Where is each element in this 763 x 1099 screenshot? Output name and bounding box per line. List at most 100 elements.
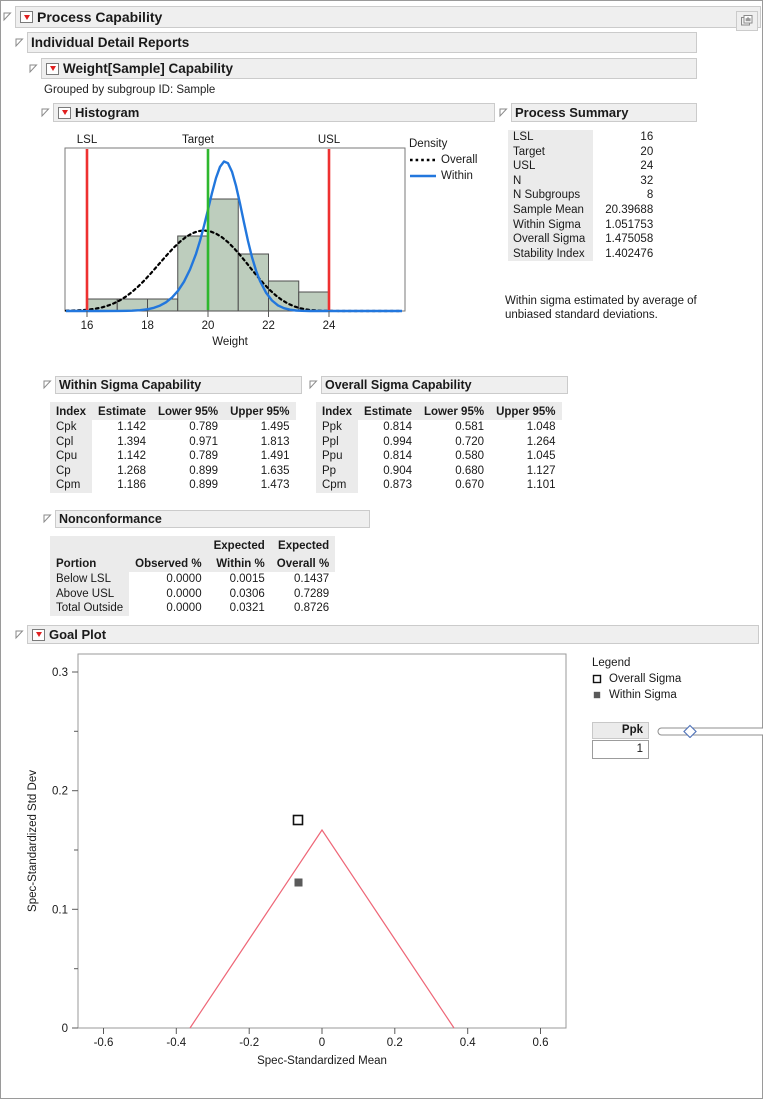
disclosure-triangle-icon[interactable] — [42, 380, 52, 390]
hist-x-tick-labels: 16 18 20 22 24 — [81, 320, 336, 332]
col-index: Index — [316, 402, 359, 420]
process-summary-title-bar: Process Summary — [511, 103, 697, 122]
table-row: Below LSL 0.0000 0.0015 0.1437 — [50, 572, 335, 587]
col-observed-pct: Observed % — [129, 554, 208, 572]
dotted-line-icon — [409, 155, 437, 165]
table-row: Ppl 0.994 0.720 1.264 — [316, 434, 562, 450]
process-summary-title: Process Summary — [515, 105, 629, 120]
disclosure-triangle-icon[interactable] — [14, 38, 24, 48]
nonconformance-title-bar: Nonconformance — [55, 510, 370, 528]
goal-legend-title: Legend — [592, 657, 631, 669]
col-expected-overall-pct: Overall % — [270, 554, 336, 572]
within-sigma-title-bar: Within Sigma Capability — [55, 376, 302, 394]
ppk-slider[interactable] — [657, 724, 763, 741]
disclosure-triangle-icon[interactable] — [42, 514, 52, 524]
process-summary-table: LSL 16 Target 20 USL 24 N 32 N Subgroups 8 Sa… — [508, 130, 659, 262]
table-row: Total Outside 0.0000 0.0321 0.8726 — [50, 601, 335, 616]
svg-text:0.1: 0.1 — [52, 904, 68, 916]
section-header-process-summary[interactable]: Process Summary — [498, 103, 697, 122]
within-sigma-title: Within Sigma Capability — [59, 378, 202, 392]
legend-item-overall: Overall — [409, 152, 477, 168]
table-row: Cpm 1.186 0.899 1.473 — [50, 478, 296, 493]
table-header-row: Index Estimate Lower 95% Upper 95% — [316, 402, 562, 420]
within-sigma-capability-table: Index Estimate Lower 95% Upper 95% Cpk 1.… — [50, 402, 296, 493]
svg-text:16: 16 — [81, 320, 94, 332]
red-triangle-menu-icon[interactable] — [46, 62, 59, 75]
grouped-by-subgroup-note: Grouped by subgroup ID: Sample — [44, 84, 216, 96]
col-estimate: Estimate — [358, 402, 418, 420]
red-triangle-menu-icon[interactable] — [20, 11, 33, 23]
disclosure-triangle-icon[interactable] — [2, 12, 12, 22]
col-expected-within-l1: Expected — [207, 536, 271, 554]
section-header-overall-sigma-capability[interactable]: Overall Sigma Capability — [308, 376, 568, 394]
section-header-individual-detail-reports[interactable]: Individual Detail Reports — [14, 32, 697, 53]
table-row: Within Sigma 1.051753 — [508, 217, 659, 233]
section-header-nonconformance[interactable]: Nonconformance — [42, 510, 370, 528]
svg-text:24: 24 — [323, 320, 336, 332]
section-header-goal-plot[interactable]: Goal Plot — [14, 625, 759, 644]
ppk-slider-control[interactable]: Ppk 1 — [592, 722, 763, 759]
within-sigma-note: Within sigma estimated by average of unb… — [505, 295, 697, 321]
goal-plot-title: Goal Plot — [49, 627, 107, 642]
goal-y-axis-label: Spec-Standardized Std Dev — [27, 770, 39, 912]
histogram-title-bar: Histogram — [53, 103, 495, 122]
goal-plot-title-bar: Goal Plot — [27, 625, 759, 644]
section-header-histogram[interactable]: Histogram — [40, 103, 495, 122]
goal-legend-label-overall: Overall Sigma — [609, 673, 682, 685]
disclosure-triangle-icon[interactable] — [498, 108, 508, 118]
hist-usl-label: USL — [318, 134, 341, 146]
table-row: Ppk 0.814 0.581 1.048 — [316, 420, 562, 435]
individual-detail-reports-bar: Individual Detail Reports — [27, 32, 697, 53]
goal-x-axis-label: Spec-Standardized Mean — [257, 1055, 387, 1067]
svg-text:-0.4: -0.4 — [166, 1037, 186, 1049]
disclosure-triangle-icon[interactable] — [28, 64, 38, 74]
open-square-icon — [592, 674, 606, 684]
table-row: USL 24 — [508, 159, 659, 174]
svg-text:0: 0 — [62, 1023, 68, 1035]
table-row: Ppu 0.814 0.580 1.045 — [316, 449, 562, 464]
col-portion-l1 — [50, 536, 130, 554]
col-expected-overall-l1: Expected — [270, 536, 336, 554]
page-title: Process Capability — [37, 9, 163, 25]
individual-detail-reports-title: Individual Detail Reports — [31, 35, 190, 50]
disclosure-triangle-icon[interactable] — [40, 108, 50, 118]
table-row: Above USL 0.0000 0.0306 0.7289 — [50, 586, 335, 602]
table-header-row-line1: Expected Expected — [50, 536, 336, 554]
disclosure-triangle-icon[interactable] — [14, 630, 24, 640]
process-summary-rows: LSL 16 Target 20 USL 24 N 32 N Subgroups 8 Sa… — [508, 130, 659, 262]
nonconformance-table: Expected Expected Portion Observed % Wit… — [50, 536, 336, 616]
red-triangle-menu-icon[interactable] — [32, 628, 45, 641]
disclosure-triangle-icon[interactable] — [308, 380, 318, 390]
red-triangle-menu-icon[interactable] — [58, 106, 71, 119]
window-restore-icon[interactable] — [736, 11, 758, 31]
goal-plot-legend: Legend Overall Sigma Within Sigma — [592, 655, 681, 703]
goal-plot-chart: 0 0.1 0.2 0.3 Spec-Standardized Std Dev … — [14, 648, 759, 1093]
section-header-process-capability[interactable]: Process Capability — [2, 6, 761, 31]
overall-sigma-capability-table: Index Estimate Lower 95% Upper 95% Ppk 0.… — [316, 402, 562, 493]
col-lower95: Lower 95% — [417, 402, 491, 420]
legend-item-within: Within — [409, 168, 477, 184]
hist-lsl-label: LSL — [77, 134, 98, 146]
table-row: Overall Sigma 1.475058 — [508, 232, 659, 247]
section-header-within-sigma-capability[interactable]: Within Sigma Capability — [42, 376, 302, 394]
legend-label-overall: Overall — [441, 154, 478, 166]
col-portion: Portion — [50, 554, 130, 572]
table-header-row-line2: Portion Observed % Within % Overall % — [50, 554, 336, 572]
process-capability-title-bar: Process Capability — [15, 6, 761, 31]
table-row: Target 20 — [508, 144, 659, 160]
histogram-legend: Density Overall Within — [409, 136, 477, 184]
slider-thumb-icon — [683, 724, 697, 739]
col-expected-within-pct: Within % — [207, 554, 271, 572]
goal-x-ticks — [103, 1028, 541, 1034]
ppk-value-input[interactable]: 1 — [592, 740, 649, 759]
svg-text:18: 18 — [141, 320, 154, 332]
col-index: Index — [50, 402, 93, 420]
goal-y-tick-labels: 0 0.1 0.2 0.3 — [52, 667, 68, 1035]
goal-y-ticks — [72, 671, 78, 1029]
table-row: Cpl 1.394 0.971 1.813 — [50, 434, 296, 450]
svg-text:20: 20 — [202, 320, 215, 332]
col-lower95: Lower 95% — [151, 402, 225, 420]
section-header-weight-sample-capability[interactable]: Weight[Sample] Capability — [28, 58, 697, 79]
table-row: N 32 — [508, 173, 659, 189]
table-row: Cpk 1.142 0.789 1.495 — [50, 420, 296, 435]
